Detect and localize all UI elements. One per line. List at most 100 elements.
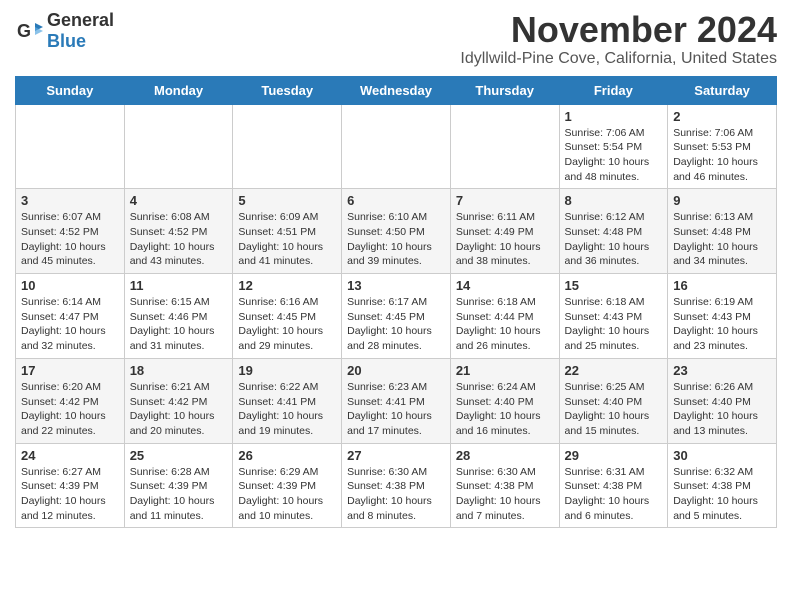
- calendar-cell: 2 Sunrise: 7:06 AM Sunset: 5:53 PM Daylig…: [668, 104, 777, 189]
- day-number: 21: [456, 363, 554, 378]
- calendar-cell: 11 Sunrise: 6:15 AM Sunset: 4:46 PM Dayli…: [124, 274, 233, 359]
- calendar-cell: 25 Sunrise: 6:28 AM Sunset: 4:39 PM Dayli…: [124, 443, 233, 528]
- calendar: SundayMondayTuesdayWednesdayThursdayFrid…: [15, 76, 777, 529]
- day-number: 1: [565, 109, 663, 124]
- day-info: Sunrise: 6:12 AM Sunset: 4:48 PM Dayligh…: [565, 210, 663, 269]
- day-info: Sunrise: 6:14 AM Sunset: 4:47 PM Dayligh…: [21, 295, 119, 354]
- day-number: 30: [673, 448, 771, 463]
- day-info: Sunrise: 6:31 AM Sunset: 4:38 PM Dayligh…: [565, 465, 663, 524]
- day-number: 20: [347, 363, 445, 378]
- day-info: Sunrise: 6:20 AM Sunset: 4:42 PM Dayligh…: [21, 380, 119, 439]
- calendar-cell: 4 Sunrise: 6:08 AM Sunset: 4:52 PM Daylig…: [124, 189, 233, 274]
- calendar-cell: 14 Sunrise: 6:18 AM Sunset: 4:44 PM Dayli…: [450, 274, 559, 359]
- day-info: Sunrise: 6:27 AM Sunset: 4:39 PM Dayligh…: [21, 465, 119, 524]
- day-number: 23: [673, 363, 771, 378]
- day-info: Sunrise: 6:29 AM Sunset: 4:39 PM Dayligh…: [238, 465, 336, 524]
- calendar-cell: 10 Sunrise: 6:14 AM Sunset: 4:47 PM Dayli…: [16, 274, 125, 359]
- day-number: 2: [673, 109, 771, 124]
- day-header-monday: Monday: [124, 76, 233, 104]
- day-number: 19: [238, 363, 336, 378]
- calendar-cell: 21 Sunrise: 6:24 AM Sunset: 4:40 PM Dayli…: [450, 358, 559, 443]
- month-title: November 2024: [460, 10, 777, 50]
- day-header-saturday: Saturday: [668, 76, 777, 104]
- calendar-cell: [233, 104, 342, 189]
- day-number: 10: [21, 278, 119, 293]
- day-info: Sunrise: 6:25 AM Sunset: 4:40 PM Dayligh…: [565, 380, 663, 439]
- day-info: Sunrise: 6:11 AM Sunset: 4:49 PM Dayligh…: [456, 210, 554, 269]
- calendar-cell: 20 Sunrise: 6:23 AM Sunset: 4:41 PM Dayli…: [342, 358, 451, 443]
- day-number: 3: [21, 193, 119, 208]
- day-info: Sunrise: 7:06 AM Sunset: 5:53 PM Dayligh…: [673, 126, 771, 185]
- day-number: 13: [347, 278, 445, 293]
- calendar-cell: 6 Sunrise: 6:10 AM Sunset: 4:50 PM Daylig…: [342, 189, 451, 274]
- subtitle: Idyllwild-Pine Cove, California, United …: [460, 50, 777, 68]
- calendar-cell: 29 Sunrise: 6:31 AM Sunset: 4:38 PM Dayli…: [559, 443, 668, 528]
- day-number: 11: [130, 278, 228, 293]
- calendar-cell: [342, 104, 451, 189]
- calendar-cell: 7Sunrise: 6:11 AM Sunset: 4:49 PM Daylig…: [450, 189, 559, 274]
- day-number: 8: [565, 193, 663, 208]
- day-info: Sunrise: 6:28 AM Sunset: 4:39 PM Dayligh…: [130, 465, 228, 524]
- day-header-thursday: Thursday: [450, 76, 559, 104]
- day-number: 14: [456, 278, 554, 293]
- day-number: 22: [565, 363, 663, 378]
- logo-icon: G: [15, 17, 43, 45]
- day-number: 6: [347, 193, 445, 208]
- day-number: 16: [673, 278, 771, 293]
- day-number: 18: [130, 363, 228, 378]
- day-number: 27: [347, 448, 445, 463]
- day-info: Sunrise: 6:18 AM Sunset: 4:43 PM Dayligh…: [565, 295, 663, 354]
- day-number: 24: [21, 448, 119, 463]
- calendar-cell: 19Sunrise: 6:22 AM Sunset: 4:41 PM Dayli…: [233, 358, 342, 443]
- title-block: November 2024 Idyllwild-Pine Cove, Calif…: [460, 10, 777, 68]
- day-info: Sunrise: 6:08 AM Sunset: 4:52 PM Dayligh…: [130, 210, 228, 269]
- day-info: Sunrise: 6:07 AM Sunset: 4:52 PM Dayligh…: [21, 210, 119, 269]
- calendar-cell: 13 Sunrise: 6:17 AM Sunset: 4:45 PM Dayli…: [342, 274, 451, 359]
- day-info: Sunrise: 6:26 AM Sunset: 4:40 PM Dayligh…: [673, 380, 771, 439]
- day-number: 29: [565, 448, 663, 463]
- logo: G General Blue: [15, 10, 114, 52]
- day-header-wednesday: Wednesday: [342, 76, 451, 104]
- calendar-cell: 15Sunrise: 6:18 AM Sunset: 4:43 PM Dayli…: [559, 274, 668, 359]
- day-info: Sunrise: 6:24 AM Sunset: 4:40 PM Dayligh…: [456, 380, 554, 439]
- calendar-cell: 27 Sunrise: 6:30 AM Sunset: 4:38 PM Dayli…: [342, 443, 451, 528]
- calendar-cell: 24 Sunrise: 6:27 AM Sunset: 4:39 PM Dayli…: [16, 443, 125, 528]
- day-info: Sunrise: 6:17 AM Sunset: 4:45 PM Dayligh…: [347, 295, 445, 354]
- calendar-cell: 3 Sunrise: 6:07 AM Sunset: 4:52 PM Daylig…: [16, 189, 125, 274]
- day-info: Sunrise: 6:21 AM Sunset: 4:42 PM Dayligh…: [130, 380, 228, 439]
- day-number: 5: [238, 193, 336, 208]
- day-info: Sunrise: 7:06 AM Sunset: 5:54 PM Dayligh…: [565, 126, 663, 185]
- day-number: 28: [456, 448, 554, 463]
- day-info: Sunrise: 6:10 AM Sunset: 4:50 PM Dayligh…: [347, 210, 445, 269]
- calendar-cell: 26 Sunrise: 6:29 AM Sunset: 4:39 PM Dayli…: [233, 443, 342, 528]
- calendar-cell: 16 Sunrise: 6:19 AM Sunset: 4:43 PM Dayli…: [668, 274, 777, 359]
- day-number: 25: [130, 448, 228, 463]
- calendar-cell: 23 Sunrise: 6:26 AM Sunset: 4:40 PM Dayli…: [668, 358, 777, 443]
- svg-text:G: G: [17, 21, 31, 41]
- day-info: Sunrise: 6:16 AM Sunset: 4:45 PM Dayligh…: [238, 295, 336, 354]
- day-number: 17: [21, 363, 119, 378]
- day-number: 4: [130, 193, 228, 208]
- day-info: Sunrise: 6:09 AM Sunset: 4:51 PM Dayligh…: [238, 210, 336, 269]
- calendar-cell: 1 Sunrise: 7:06 AM Sunset: 5:54 PM Daylig…: [559, 104, 668, 189]
- day-info: Sunrise: 6:18 AM Sunset: 4:44 PM Dayligh…: [456, 295, 554, 354]
- calendar-cell: 28Sunrise: 6:30 AM Sunset: 4:38 PM Dayli…: [450, 443, 559, 528]
- calendar-cell: 12 Sunrise: 6:16 AM Sunset: 4:45 PM Dayli…: [233, 274, 342, 359]
- day-info: Sunrise: 6:19 AM Sunset: 4:43 PM Dayligh…: [673, 295, 771, 354]
- day-header-friday: Friday: [559, 76, 668, 104]
- logo-text: General Blue: [47, 10, 114, 52]
- calendar-cell: 5 Sunrise: 6:09 AM Sunset: 4:51 PM Daylig…: [233, 189, 342, 274]
- day-number: 26: [238, 448, 336, 463]
- day-number: 12: [238, 278, 336, 293]
- day-number: 9: [673, 193, 771, 208]
- day-header-sunday: Sunday: [16, 76, 125, 104]
- calendar-cell: 8 Sunrise: 6:12 AM Sunset: 4:48 PM Daylig…: [559, 189, 668, 274]
- calendar-cell: 22 Sunrise: 6:25 AM Sunset: 4:40 PM Dayli…: [559, 358, 668, 443]
- day-info: Sunrise: 6:30 AM Sunset: 4:38 PM Dayligh…: [347, 465, 445, 524]
- day-info: Sunrise: 6:23 AM Sunset: 4:41 PM Dayligh…: [347, 380, 445, 439]
- calendar-cell: 9 Sunrise: 6:13 AM Sunset: 4:48 PM Daylig…: [668, 189, 777, 274]
- day-header-tuesday: Tuesday: [233, 76, 342, 104]
- day-info: Sunrise: 6:13 AM Sunset: 4:48 PM Dayligh…: [673, 210, 771, 269]
- calendar-cell: [124, 104, 233, 189]
- day-info: Sunrise: 6:15 AM Sunset: 4:46 PM Dayligh…: [130, 295, 228, 354]
